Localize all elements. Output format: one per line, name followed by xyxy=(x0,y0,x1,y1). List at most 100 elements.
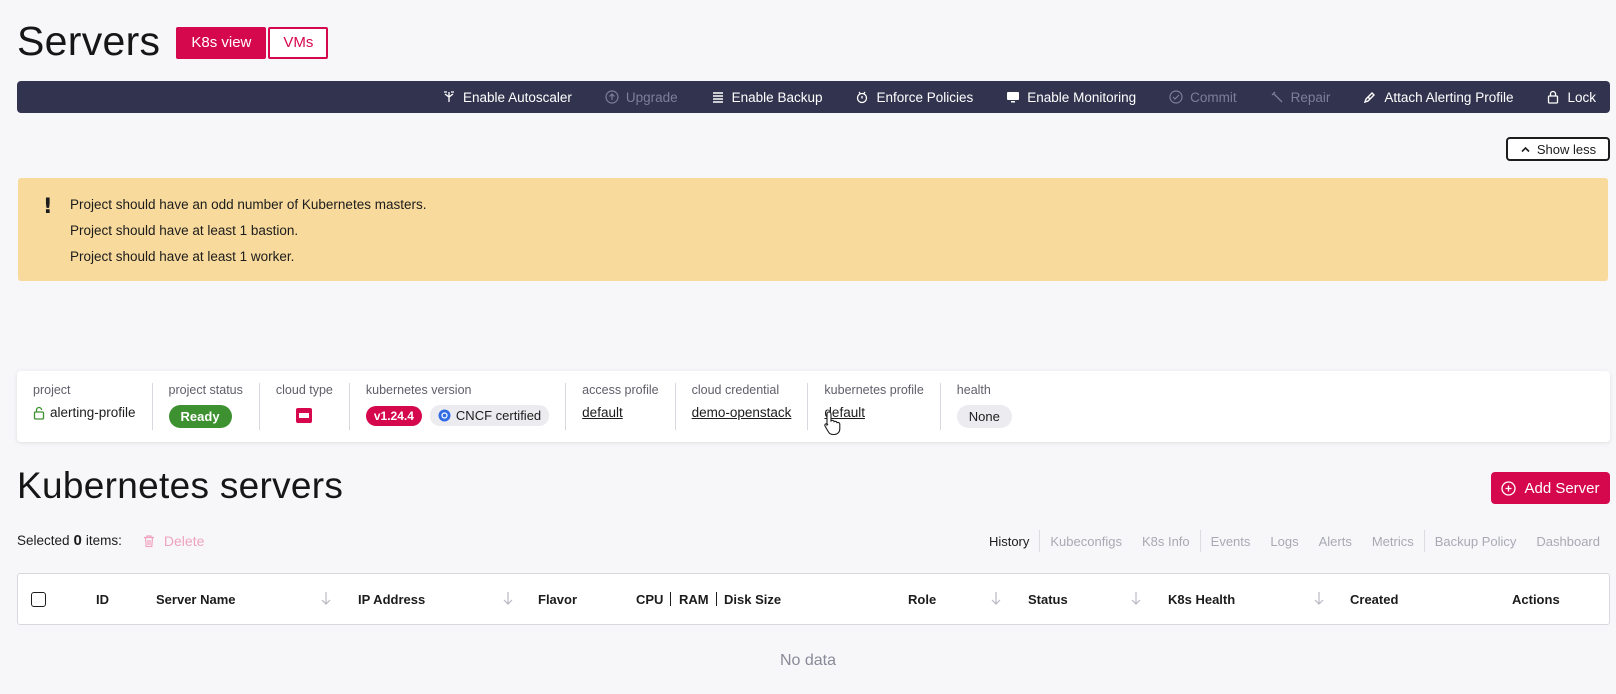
warning-message: Project should have at least 1 worker. xyxy=(70,249,295,264)
sort-arrow-icon[interactable] xyxy=(1130,590,1142,606)
kubernetes-version-field: kubernetes version v1.24.4 CNCF certifie… xyxy=(365,383,567,430)
cncf-label: CNCF certified xyxy=(455,408,542,423)
section-title: Kubernetes servers xyxy=(17,465,344,506)
selected-suffix: items: xyxy=(85,533,122,548)
server-tabs: History Kubeconfigs K8s Info Events Logs… xyxy=(979,530,1610,552)
tab-history[interactable]: History xyxy=(979,534,1039,549)
cloud-type-label: cloud type xyxy=(275,383,333,397)
warning-list: Project should have an odd number of Kub… xyxy=(70,196,426,274)
sort-arrow-icon[interactable] xyxy=(1313,590,1325,606)
enable-backup-button[interactable]: Enable Backup xyxy=(711,89,823,105)
column-disk-size[interactable]: Disk Size xyxy=(724,592,781,607)
commit-label: Commit xyxy=(1190,89,1237,105)
column-role[interactable]: Role xyxy=(908,592,936,607)
enable-backup-label: Enable Backup xyxy=(731,89,823,105)
tab-kubeconfigs[interactable]: Kubeconfigs xyxy=(1040,534,1132,549)
tab-logs[interactable]: Logs xyxy=(1260,534,1308,549)
cloud-credential-label: cloud credential xyxy=(691,383,780,397)
access-profile-link[interactable]: default xyxy=(582,405,623,420)
page-header: Servers K8s view VMs xyxy=(17,18,329,65)
access-profile-field: access profile default xyxy=(582,383,676,430)
attach-icon xyxy=(1364,92,1376,104)
delete-label: Delete xyxy=(163,532,205,549)
column-server-name[interactable]: Server Name xyxy=(156,592,236,607)
cloud-credential-link[interactable]: demo-openstack xyxy=(692,405,792,420)
project-name: alerting-profile xyxy=(50,405,136,420)
selected-count: 0 xyxy=(73,532,82,549)
column-id[interactable]: ID xyxy=(96,592,109,607)
health-badge: None xyxy=(956,405,1012,428)
backup-icon xyxy=(712,92,723,103)
health-field: health None xyxy=(956,383,1028,430)
empty-table-message: No data xyxy=(779,652,837,669)
lock-button[interactable]: Lock xyxy=(1546,90,1596,105)
trash-icon xyxy=(143,534,154,547)
enable-monitoring-label: Enable Monitoring xyxy=(1027,89,1137,105)
lock-label: Lock xyxy=(1567,89,1596,105)
access-profile-label: access profile xyxy=(582,383,659,397)
enable-autoscaler-label: Enable Autoscaler xyxy=(463,89,572,105)
column-divider xyxy=(716,592,717,606)
warning-message: Project should have at least 1 bastion. xyxy=(70,223,299,238)
project-field: project alerting-profile xyxy=(33,383,153,430)
commit-button[interactable]: Commit xyxy=(1169,90,1237,105)
monitor-icon xyxy=(1007,92,1020,103)
column-flavor[interactable]: Flavor xyxy=(538,592,577,607)
column-ip-address[interactable]: IP Address xyxy=(358,592,425,607)
select-all-checkbox[interactable] xyxy=(31,592,46,607)
upgrade-button[interactable]: Upgrade xyxy=(605,90,678,105)
commit-icon xyxy=(1169,90,1183,104)
sort-arrow-icon[interactable] xyxy=(502,590,514,606)
selection-summary: Selected 0 items: Delete xyxy=(17,532,204,549)
warning-banner: ! Project should have an odd number of K… xyxy=(18,178,1608,281)
tab-events[interactable]: Events xyxy=(1201,534,1261,549)
kubernetes-icon xyxy=(438,409,451,422)
project-info-bar: project alerting-profile project status … xyxy=(17,371,1610,442)
page-title: Servers xyxy=(17,18,161,64)
status-badge: Ready xyxy=(168,405,232,428)
tab-alerts[interactable]: Alerts xyxy=(1309,534,1362,549)
repair-label: Repair xyxy=(1290,89,1331,105)
servers-table-header: ID Server Name IP Address Flavor CPU RAM… xyxy=(17,573,1610,625)
view-switch: K8s view VMs xyxy=(176,26,329,59)
vms-view-button[interactable]: VMs xyxy=(268,26,329,59)
column-cpu[interactable]: CPU xyxy=(636,592,663,607)
repair-button[interactable]: Repair xyxy=(1270,89,1331,105)
attach-alerting-profile-button[interactable]: Attach Alerting Profile xyxy=(1363,90,1513,105)
hand-cursor-icon xyxy=(824,411,841,436)
tab-k8s-info[interactable]: K8s Info xyxy=(1132,534,1200,549)
cloud-type-field: cloud type xyxy=(276,383,350,430)
kubernetes-version-label: kubernetes version xyxy=(365,383,472,397)
column-divider xyxy=(670,592,671,606)
k8s-view-button[interactable]: K8s view xyxy=(176,26,267,59)
project-label: project xyxy=(33,383,71,397)
sort-arrow-icon[interactable] xyxy=(990,590,1002,606)
tab-backup-policy[interactable]: Backup Policy xyxy=(1425,534,1527,549)
enforce-policies-label: Enforce Policies xyxy=(876,89,974,105)
attach-alerting-profile-label: Attach Alerting Profile xyxy=(1384,89,1514,105)
upgrade-label: Upgrade xyxy=(625,89,678,105)
enable-monitoring-button[interactable]: Enable Monitoring xyxy=(1006,90,1136,105)
column-status[interactable]: Status xyxy=(1028,592,1068,607)
autoscaler-icon xyxy=(444,91,455,102)
actions-toolbar: Enable Autoscaler Upgrade Enable Backup … xyxy=(17,81,1610,113)
selected-prefix: Selected xyxy=(17,533,70,548)
add-server-button[interactable]: Add Server xyxy=(1491,472,1610,504)
project-status-label: project status xyxy=(168,383,243,397)
show-less-button[interactable]: Show less xyxy=(1506,137,1610,161)
enable-autoscaler-button[interactable]: Enable Autoscaler xyxy=(442,90,572,105)
column-created[interactable]: Created xyxy=(1350,592,1398,607)
column-ram[interactable]: RAM xyxy=(679,592,709,607)
exclamation-icon: ! xyxy=(43,194,53,218)
warning-message: Project should have an odd number of Kub… xyxy=(70,197,427,212)
project-status-field: project status Ready xyxy=(168,383,260,430)
delete-button[interactable]: Delete xyxy=(142,533,204,549)
tab-metrics[interactable]: Metrics xyxy=(1362,534,1424,549)
column-k8s-health[interactable]: K8s Health xyxy=(1168,592,1235,607)
chevron-up-icon xyxy=(1521,146,1530,152)
show-less-label: Show less xyxy=(1536,141,1597,157)
repair-icon xyxy=(1271,91,1283,103)
sort-arrow-icon[interactable] xyxy=(320,590,332,606)
enforce-policies-button[interactable]: Enforce Policies xyxy=(855,90,973,105)
tab-dashboard[interactable]: Dashboard xyxy=(1526,534,1610,549)
